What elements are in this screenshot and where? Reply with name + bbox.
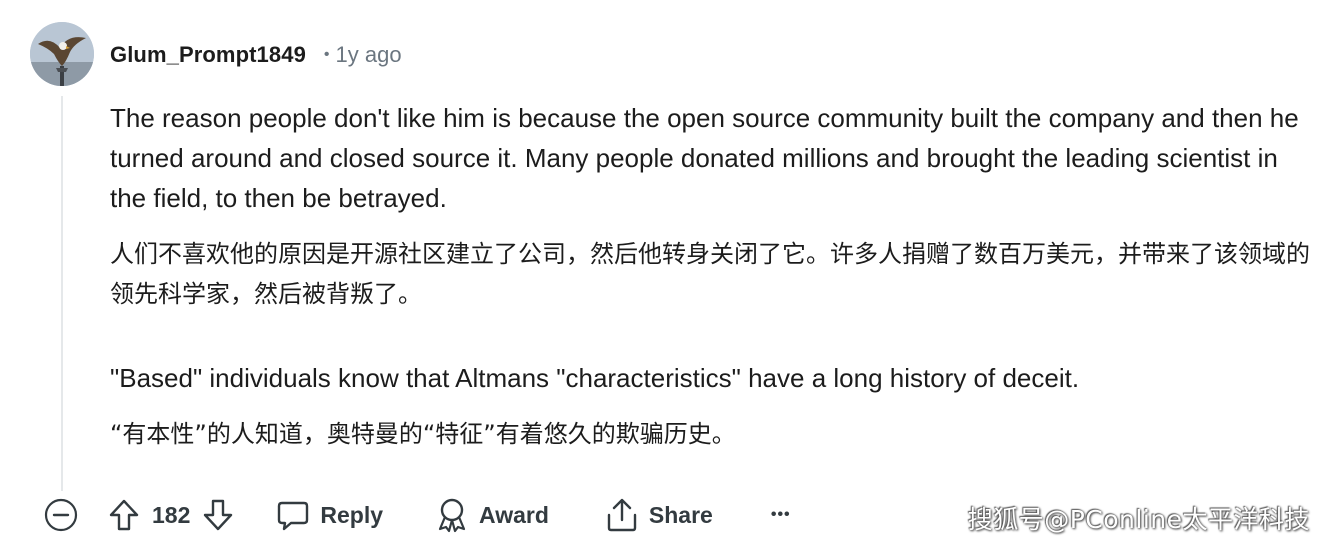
speech-bubble-icon bbox=[278, 501, 309, 531]
comment-header: Glum_Prompt1849 • 1y ago bbox=[110, 40, 402, 70]
username-link[interactable]: Glum_Prompt1849 bbox=[110, 42, 306, 68]
collapse-button[interactable] bbox=[44, 498, 78, 532]
award-button[interactable]: Award bbox=[435, 497, 549, 533]
downvote-button[interactable] bbox=[202, 498, 234, 532]
arrow-down-icon bbox=[204, 499, 233, 531]
avatar[interactable] bbox=[30, 22, 94, 86]
arrow-up-icon bbox=[109, 499, 139, 531]
vote-score-value: 182 bbox=[152, 501, 191, 528]
share-label: Share bbox=[648, 501, 713, 528]
comment-action-bar: 182 Reply Award Share ••• bbox=[44, 494, 791, 536]
timestamp[interactable]: 1y ago bbox=[336, 42, 402, 68]
share-upload-icon bbox=[607, 498, 637, 532]
upvote-button[interactable] bbox=[108, 498, 140, 532]
comment-body: The reason people don't like him is beca… bbox=[110, 98, 1310, 454]
more-dots-icon: ••• bbox=[770, 506, 791, 523]
award-label: Award bbox=[479, 501, 549, 528]
comment-paragraph-translation: “有本性”的人知道，奥特曼的“特征”有着悠久的欺骗历史。 bbox=[110, 420, 736, 448]
minus-circle-icon bbox=[44, 498, 78, 532]
vote-score: 182 bbox=[152, 502, 190, 529]
share-button[interactable]: Share bbox=[605, 497, 713, 533]
more-options-button[interactable]: ••• bbox=[771, 506, 791, 524]
comment-paragraph: The reason people don't like him is beca… bbox=[110, 103, 1299, 213]
thread-line[interactable] bbox=[61, 96, 63, 491]
meta-separator: • bbox=[323, 46, 330, 63]
avatar-eagle-image bbox=[30, 22, 94, 86]
watermark-text: 搜狐号@PConline太平洋科技 bbox=[967, 505, 1310, 534]
comment-paragraph-translation: 人们不喜欢他的原因是开源社区建立了公司，然后他转身关闭了它。许多人捐赠了数百万美… bbox=[110, 240, 1310, 308]
reply-label: Reply bbox=[320, 501, 384, 528]
reply-button[interactable]: Reply bbox=[276, 498, 383, 532]
award-ribbon-icon bbox=[438, 498, 466, 533]
comment-paragraph: "Based" individuals know that Altmans "c… bbox=[110, 363, 1080, 393]
